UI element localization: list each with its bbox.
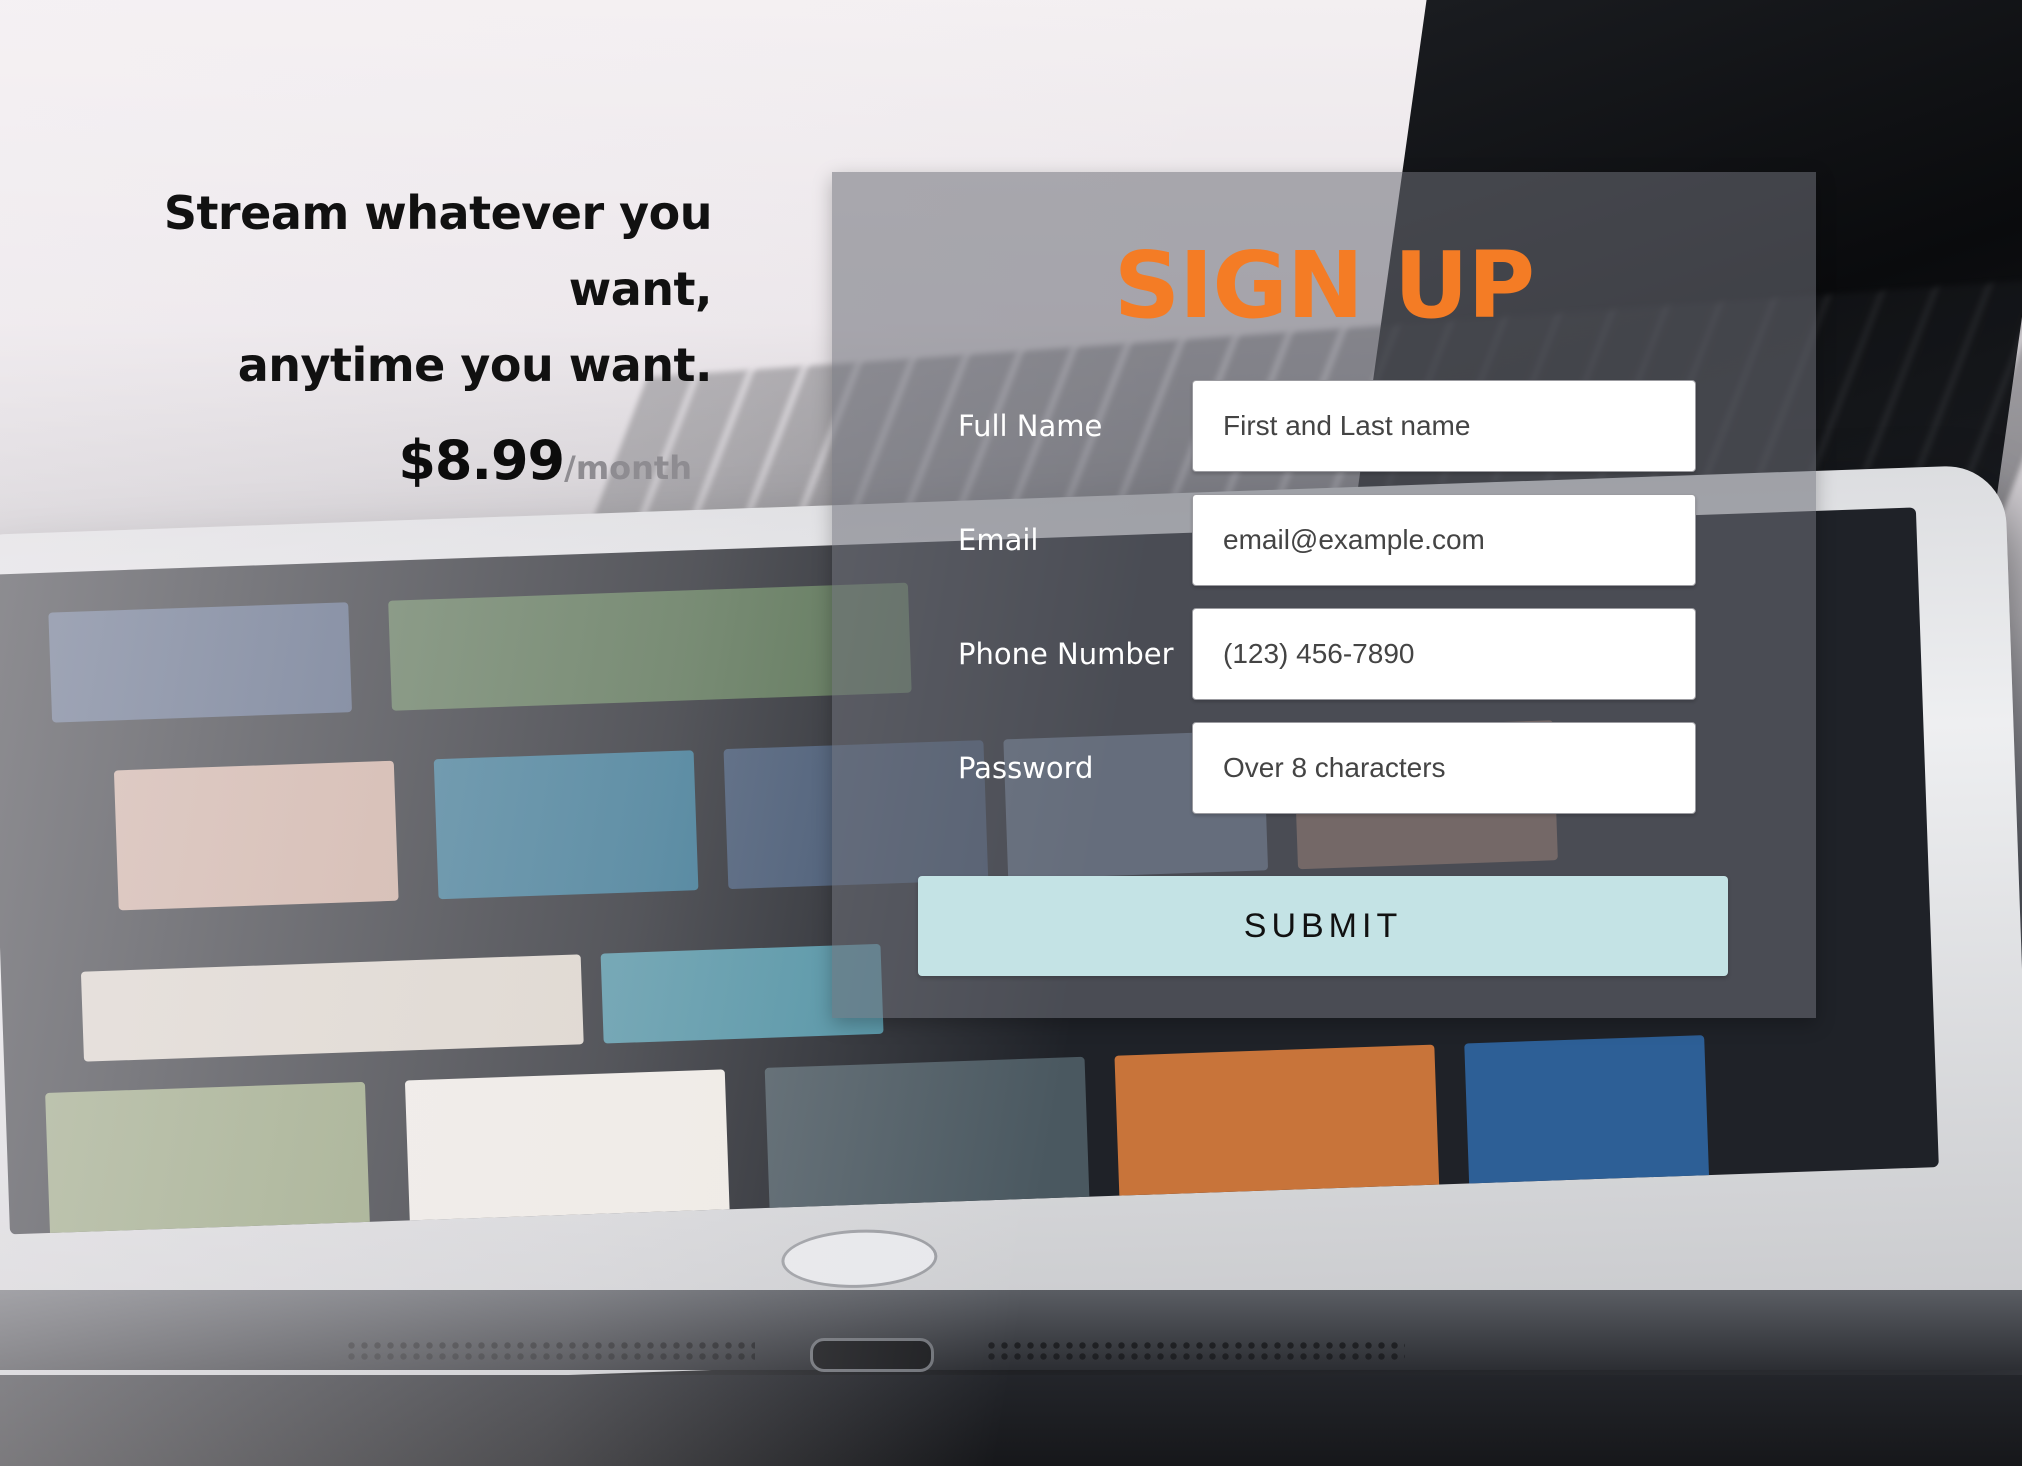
price-amount: $8.99	[398, 429, 565, 492]
full-name-row: Full Name	[958, 380, 1698, 472]
hero-copy: Stream whatever you want, anytime you wa…	[60, 175, 713, 492]
password-input[interactable]	[1192, 722, 1696, 814]
password-label: Password	[958, 751, 1094, 785]
email-input[interactable]	[1192, 494, 1696, 586]
signup-page: Stream whatever you want, anytime you wa…	[0, 0, 2022, 1466]
full-name-input[interactable]	[1192, 380, 1696, 472]
signup-form: SIGN UP Full Name Email Phone Number Pas…	[832, 172, 1816, 1018]
phone-row: Phone Number	[958, 608, 1698, 700]
email-label: Email	[958, 523, 1039, 557]
hero-tagline-line1: Stream whatever you want,	[163, 186, 713, 316]
email-row: Email	[958, 494, 1698, 586]
submit-button[interactable]: SUBMIT	[918, 876, 1728, 976]
phone-label: Phone Number	[958, 637, 1174, 671]
hero-tagline-line2: anytime you want.	[237, 338, 713, 392]
signup-title: SIGN UP	[1113, 232, 1535, 339]
price-period: /month	[564, 449, 692, 487]
phone-input[interactable]	[1192, 608, 1696, 700]
password-row: Password	[958, 722, 1698, 814]
price-row: $8.99/month	[60, 429, 712, 492]
full-name-label: Full Name	[958, 409, 1103, 443]
